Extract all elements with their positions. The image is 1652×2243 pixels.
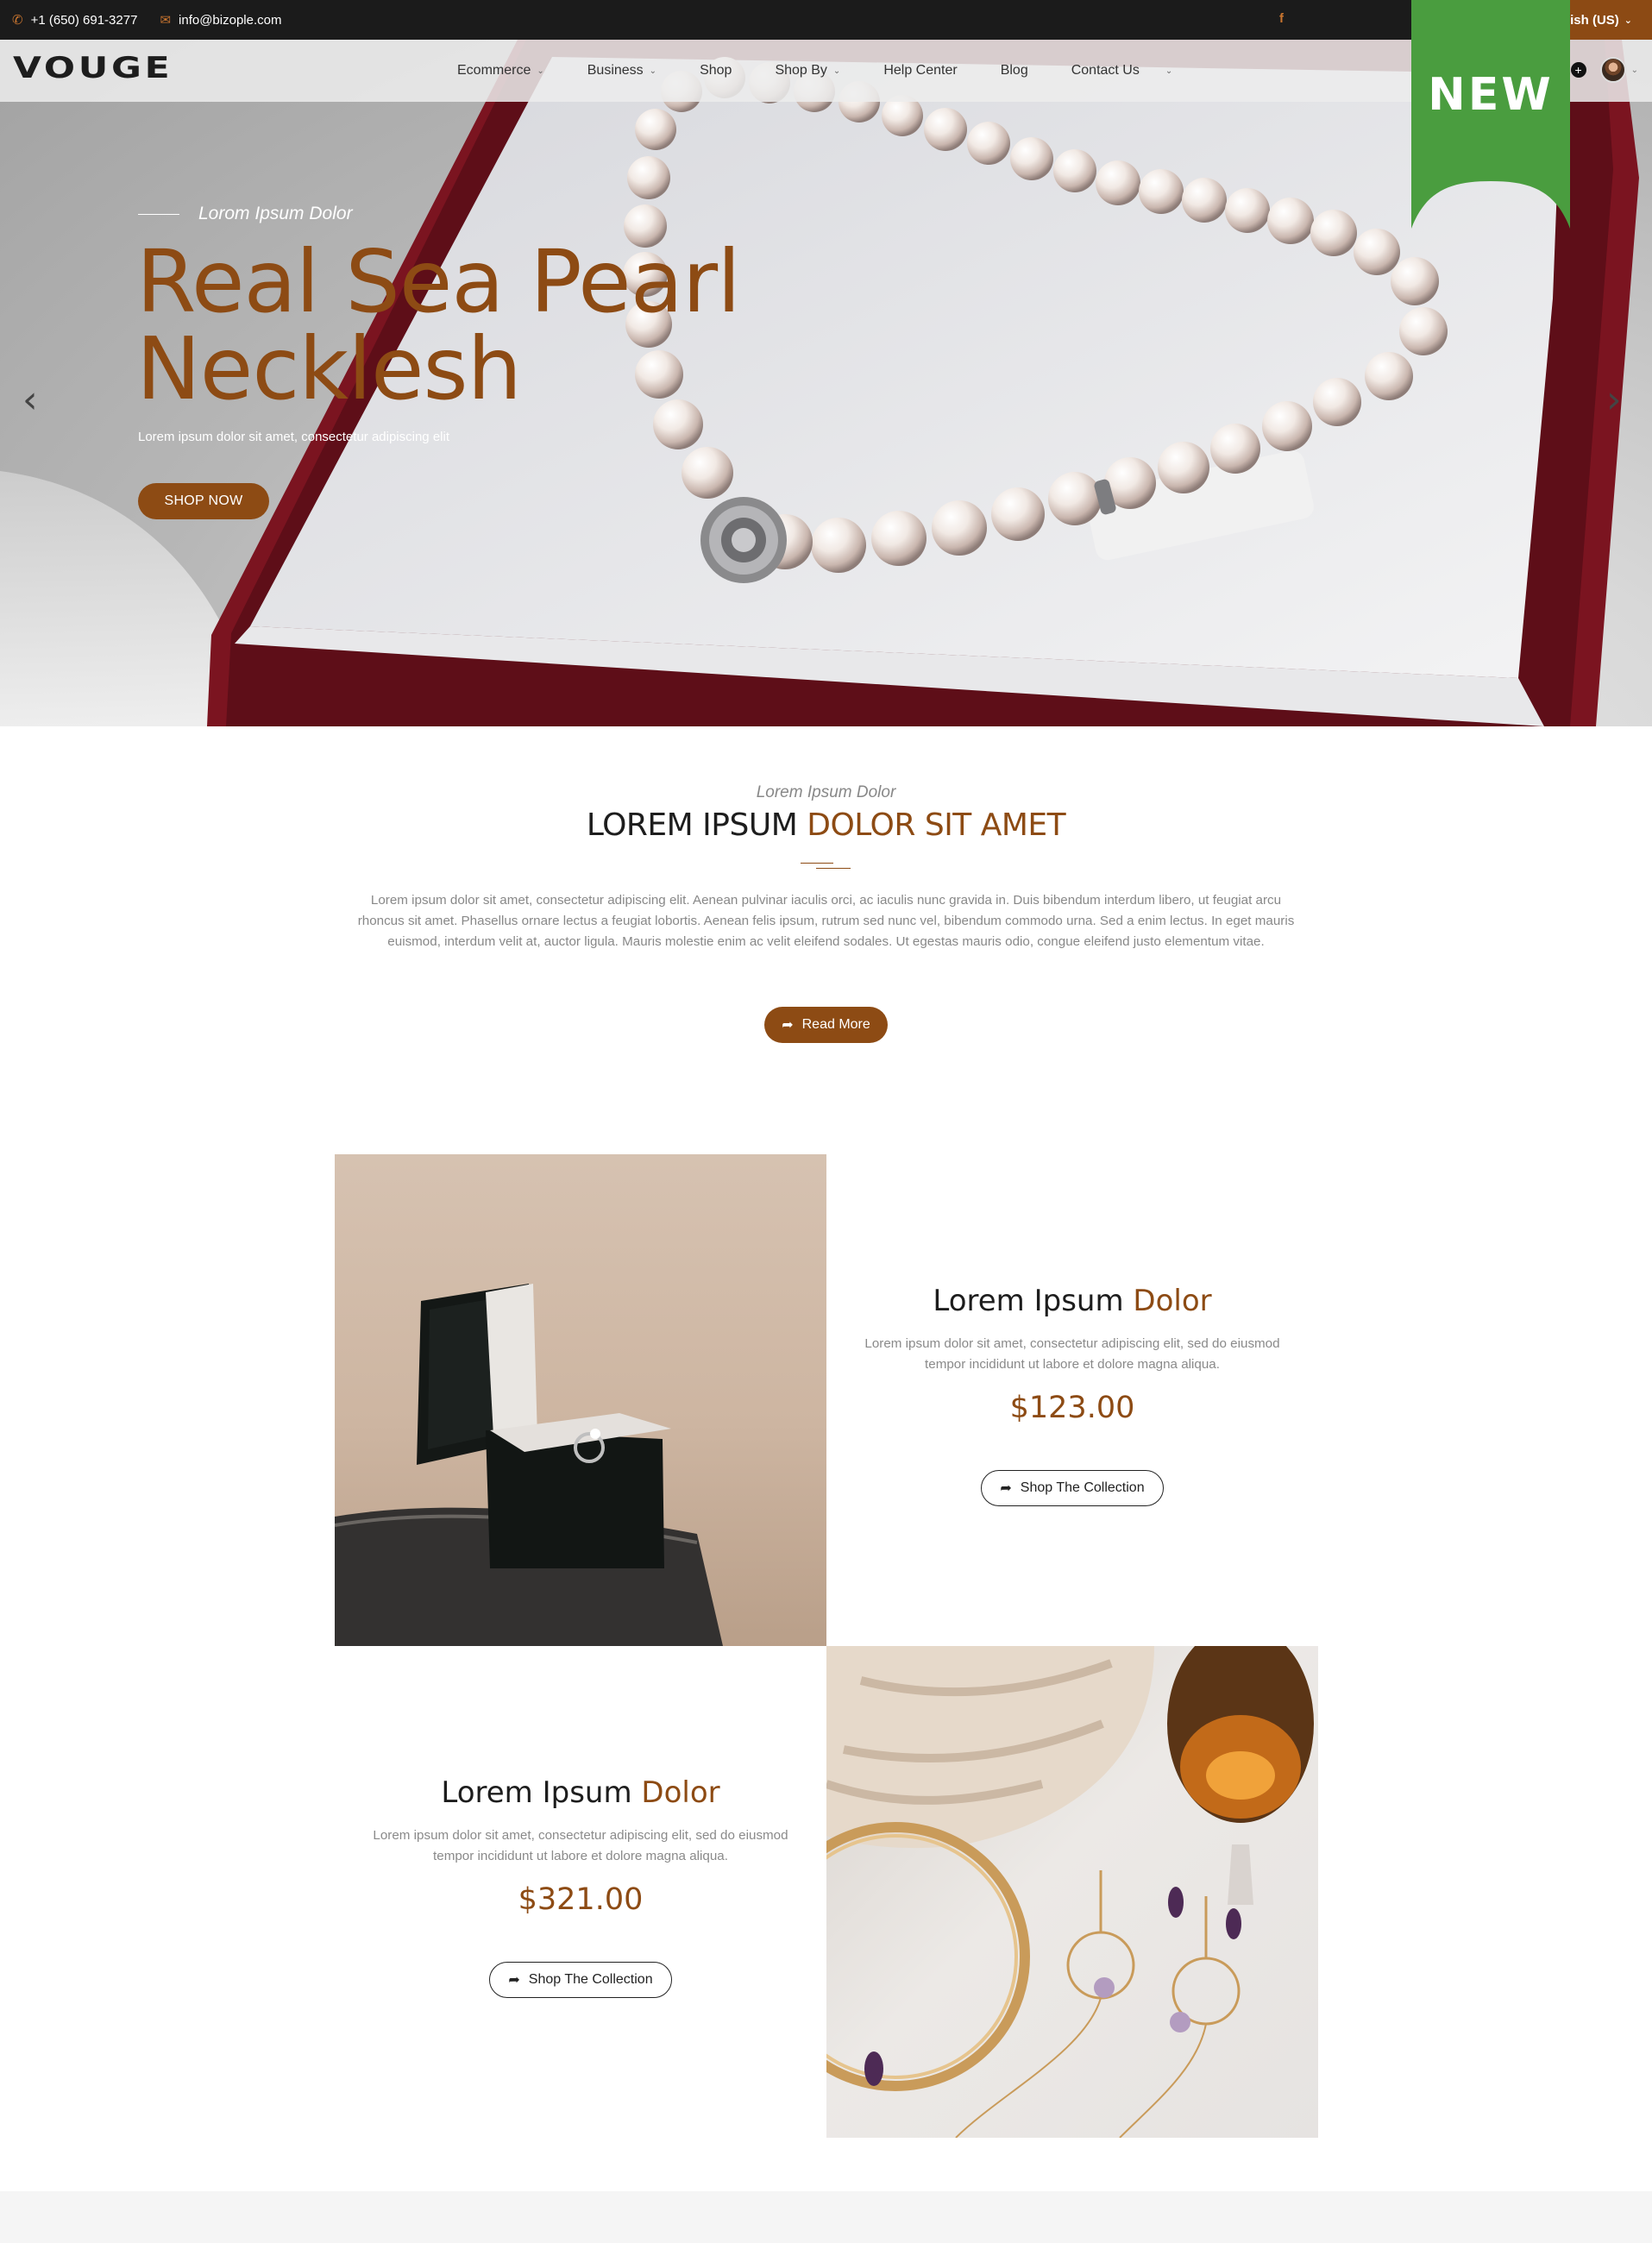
nav-label: Contact Us (1071, 63, 1140, 78)
product-card-1: Lorem Ipsum Dolor Lorem ipsum dolor sit … (852, 1284, 1292, 1506)
nav-label: Shop By (775, 63, 827, 78)
main-nav: Ecommerce ⌄ Business ⌄ Shop Shop By ⌄ He… (457, 40, 1172, 102)
intro-paragraph: Lorem ipsum dolor sit amet, consectetur … (357, 893, 1295, 949)
intro-eyebrow: Lorem Ipsum Dolor (756, 783, 896, 801)
nav-label: Blog (1000, 63, 1028, 78)
header-tools: + ⌄ (1570, 57, 1638, 83)
hero-banner: Lorom Ipsum Dolor Real Sea Pearl Neckles… (0, 40, 1652, 726)
nav-item-help-center[interactable]: Help Center (883, 63, 957, 79)
nav-label: Shop (700, 63, 732, 78)
nav-label: Help Center (883, 63, 958, 78)
footer-strip (0, 2191, 1652, 2243)
hero-title: Real Sea Pearl Necklesh (136, 231, 741, 419)
eyebrow-line (138, 213, 179, 215)
intro-title: LOREM IPSUM DOLOR SIT AMET (0, 807, 1652, 843)
chevron-down-icon: ⌄ (1624, 15, 1632, 26)
logo[interactable]: VOUGE (13, 51, 173, 85)
email-link[interactable]: ✉ info@bizople.com (160, 13, 281, 28)
product-title: Lorem Ipsum Dolor (361, 1775, 801, 1810)
nav-label: Business (587, 63, 644, 78)
intro-title-accent: DOLOR SIT AMET (807, 807, 1066, 843)
hero-eyebrow-text: Lorom Ipsum Dolor (198, 204, 353, 223)
avatar[interactable] (1599, 57, 1626, 83)
product-price: $321.00 (518, 1882, 644, 1917)
plus-icon[interactable]: + (1570, 62, 1586, 78)
phone-icon: ✆ (12, 12, 23, 28)
shop-collection-button[interactable]: ➦ Shop The Collection (981, 1470, 1164, 1506)
product-card-2: Lorem Ipsum Dolor Lorem ipsum dolor sit … (361, 1775, 801, 1998)
product-description: Lorem ipsum dolor sit amet, consectetur … (864, 1336, 1280, 1372)
chevron-right-icon[interactable]: › (1606, 378, 1622, 422)
hero-eyebrow: Lorom Ipsum Dolor (138, 204, 353, 224)
product-title: Lorem Ipsum Dolor (852, 1284, 1292, 1318)
chevron-down-icon[interactable]: ⌄ (1631, 66, 1638, 75)
share-arrow-icon: ➦ (1000, 1481, 1012, 1496)
ring-box-image (335, 1154, 826, 1646)
title-divider (801, 863, 852, 870)
language-label: lish (US) (1566, 12, 1619, 28)
product-title-plain: Lorem Ipsum (441, 1775, 642, 1810)
intro-title-plain: LOREM IPSUM (586, 807, 807, 843)
phone-text: +1 (650) 691-3277 (30, 12, 138, 28)
nav-item-blog[interactable]: Blog (1001, 63, 1028, 79)
read-more-button[interactable]: ➦ Read More (764, 1007, 888, 1043)
nav-item-ecommerce[interactable]: Ecommerce ⌄ (457, 63, 544, 79)
read-more-label: Read More (801, 1017, 870, 1032)
bracelet-earrings-image (826, 1646, 1318, 2138)
product-title-accent: Dolor (1133, 1284, 1212, 1318)
product-description: Lorem ipsum dolor sit amet, consectetur … (373, 1828, 788, 1863)
nav-item-shop-by[interactable]: Shop By ⌄ (775, 63, 840, 79)
shop-collection-label: Shop The Collection (528, 1972, 653, 1987)
ring-box-illustration (335, 1284, 723, 1646)
shop-now-button[interactable]: SHOP NOW (138, 483, 269, 519)
share-arrow-icon: ➦ (782, 1018, 794, 1033)
contact-info: ✆ +1 (650) 691-3277 ✉ info@bizople.com (12, 0, 281, 40)
chevron-down-icon: ⌄ (649, 66, 657, 76)
phone-link[interactable]: ✆ +1 (650) 691-3277 (12, 13, 137, 28)
hero-subtitle: Lorem ipsum dolor sit amet, consectetur … (138, 430, 449, 444)
more-menu-chevron-icon[interactable]: ⌄ (1165, 66, 1172, 76)
email-text: info@bizople.com (179, 12, 282, 28)
nav-label: Ecommerce (457, 63, 531, 78)
shop-collection-button[interactable]: ➦ Shop The Collection (489, 1962, 672, 1998)
ribbon-label: NEW (1428, 69, 1554, 121)
site-header: VOUGE Ecommerce ⌄ Business ⌄ Shop Shop B… (0, 40, 1652, 102)
chevron-down-icon: ⌄ (832, 66, 841, 76)
new-ribbon: NEW (1409, 0, 1573, 235)
shop-collection-label: Shop The Collection (1020, 1480, 1145, 1495)
top-bar: ✆ +1 (650) 691-3277 ✉ info@bizople.com f… (0, 0, 1652, 40)
product-title-accent: Dolor (641, 1775, 720, 1810)
facebook-icon[interactable]: f (1279, 11, 1284, 26)
nav-item-contact-us[interactable]: Contact Us (1071, 63, 1140, 79)
product-title-plain: Lorem Ipsum (933, 1284, 1134, 1318)
nav-item-business[interactable]: Business ⌄ (587, 63, 656, 79)
jewelry-illustration (826, 1646, 1314, 2138)
chevron-down-icon: ⌄ (537, 66, 544, 76)
product-price: $123.00 (1009, 1391, 1135, 1425)
share-arrow-icon: ➦ (508, 1973, 520, 1988)
chevron-left-icon[interactable]: ‹ (22, 378, 38, 422)
nav-item-shop[interactable]: Shop (700, 63, 732, 79)
mail-icon: ✉ (160, 12, 172, 28)
